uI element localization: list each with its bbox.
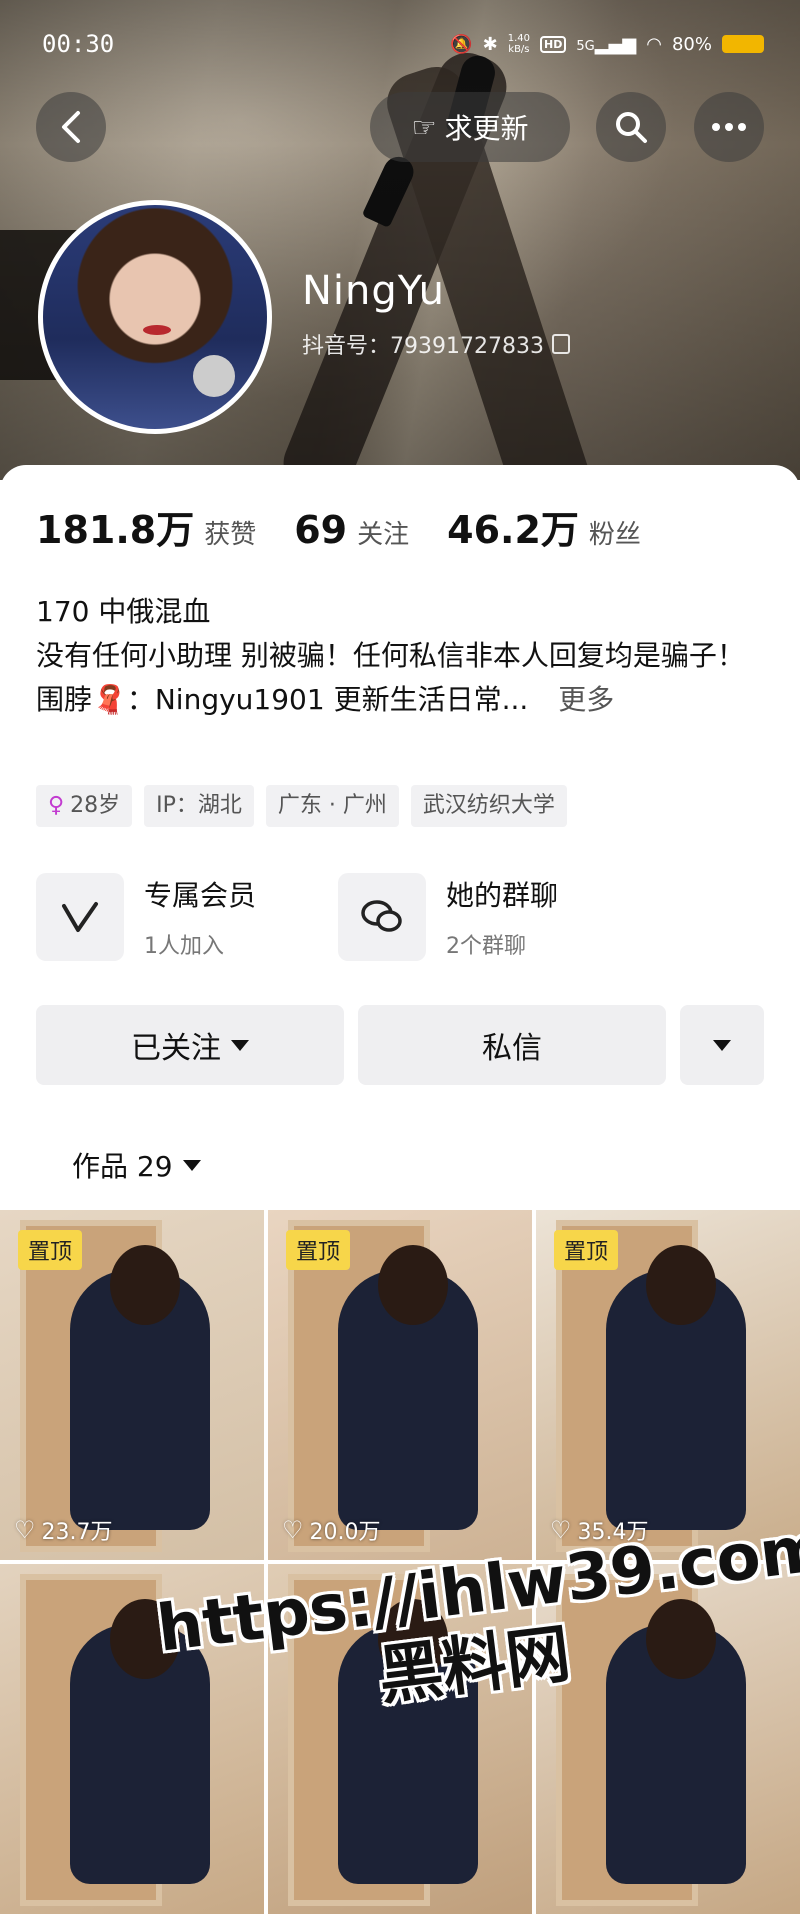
bio-more-link[interactable]: 更多 [558,683,614,716]
mute-icon: 🔕 [450,33,473,55]
battery-icon [722,35,764,53]
caret-down-icon [182,1159,201,1171]
video-thumbnail[interactable]: 置顶 ♡ 20.0万 [268,1210,532,1560]
bio-line: 围脖🧣：Ningyu1901 更新生活日常... 更多 [36,678,766,722]
like-count-value: 20.0万 [309,1520,381,1545]
followers-label: 粉丝 [588,520,641,550]
bio-line-text: 围脖🧣：Ningyu1901 更新生活日常... [36,683,529,716]
douyin-id[interactable]: 抖音号：79391727833 [302,328,570,360]
school-tag[interactable]: 武汉纺织大学 [410,785,567,827]
group-chat-text: 她的群聊 2个群聊 [446,874,558,960]
net-speed-value: 1.40 [507,33,531,44]
pointing-hand-icon: ☞ [411,110,437,144]
pinned-badge: 置顶 [554,1230,619,1270]
signal-icon: 5G▂▄▆ [576,33,637,55]
net-speed-unit: kB/s [508,44,530,55]
wifi-icon: ◠ [646,33,662,55]
location-tag: 广东 · 广州 [265,785,399,827]
works-tab[interactable]: 作品 29 [72,1145,201,1185]
douyin-id-text: 抖音号：79391727833 [302,334,544,359]
member-title: 专属会员 [144,879,257,912]
signal-label: 5G [576,38,595,54]
more-actions-button[interactable] [680,1005,764,1085]
status-icons: 🔕 ✱ 1.40 kB/s HD 5G▂▄▆ ◠ 80% [450,33,764,55]
group-chat-entry[interactable]: 她的群聊 2个群聊 [338,873,558,961]
bio-line: 170 中俄混血 [36,595,211,628]
copy-icon[interactable] [551,334,570,354]
v-logo-glyph [62,902,98,932]
tile-head [110,1245,180,1325]
member-entry[interactable]: 专属会员 1人加入 [36,873,256,961]
bio-line: 没有任何小助理 别被骗！任何私信非本人回复均是骗子！ [36,639,745,672]
back-arrow-icon [62,111,80,143]
hd-icon: HD [540,35,567,53]
female-icon: ♀ [48,793,65,818]
bio: 170 中俄混血 没有任何小助理 别被骗！任何私信非本人回复均是骗子！ 围脖🧣：… [36,590,766,722]
battery-percent: 80% [671,33,712,55]
pinned-badge: 置顶 [18,1230,83,1270]
request-update-button[interactable]: ☞ 求更新 [370,92,570,162]
likes-label: 获赞 [204,520,257,550]
message-button-label: 私信 [482,1031,542,1066]
net-speed: 1.40 kB/s [508,33,530,55]
video-thumbnail[interactable]: 置顶 ♡ 23.7万 [0,1210,264,1560]
avatar-lips [143,325,171,335]
likes-stat[interactable]: 181.8万 获赞 [36,499,256,554]
following-label: 关注 [357,520,410,550]
search-button[interactable] [596,92,666,162]
ip-tag: IP：湖北 [144,785,254,827]
age-tag-text: 28岁 [70,793,121,818]
status-time: 00:30 [42,30,115,58]
like-count: ♡ 23.7万 [14,1514,113,1546]
tile-head [378,1245,448,1325]
followers-count: 46.2万 [447,508,579,552]
pinned-badge: 置顶 [286,1230,351,1270]
following-count: 69 [294,508,348,552]
back-button[interactable] [36,92,106,162]
works-tab-label: 作品 29 [72,1150,173,1183]
stats-row: 181.8万 获赞 69 关注 46.2万 粉丝 [36,499,679,554]
followers-stat[interactable]: 46.2万 粉丝 [447,499,641,554]
heart-icon: ♡ [550,1516,572,1544]
like-count-value: 23.7万 [41,1520,113,1545]
member-subtitle: 1人加入 [144,934,224,959]
v-logo-icon [36,873,124,961]
more-button[interactable] [694,92,764,162]
group-chat-subtitle: 2个群聊 [446,934,526,959]
like-count: ♡ 20.0万 [282,1514,381,1546]
chat-bubbles-glyph [361,900,402,932]
avatar-microphone [193,355,235,397]
profile-name: NingYu [302,268,445,314]
likes-count: 181.8万 [36,508,195,552]
following-button[interactable]: 已关注 [36,1005,344,1085]
tile-head [646,1245,716,1325]
heart-icon: ♡ [282,1516,304,1544]
chat-bubbles-icon [338,873,426,961]
following-button-label: 已关注 [131,1031,221,1066]
request-update-label: 求更新 [444,112,529,145]
bluetooth-icon: ✱ [482,33,498,55]
member-entry-text: 专属会员 1人加入 [144,874,256,960]
caret-down-icon [713,1039,731,1051]
age-tag: ♀ 28岁 [36,785,133,827]
following-stat[interactable]: 69 关注 [294,508,409,552]
avatar[interactable] [38,200,272,434]
video-thumbnail[interactable]: 置顶 ♡ 35.4万 [536,1210,800,1560]
status-bar: 00:30 🔕 ✱ 1.40 kB/s HD 5G▂▄▆ ◠ 80% [42,26,764,62]
group-chat-title: 她的群聊 [446,879,559,912]
more-dots-icon [712,123,746,131]
caret-down-icon [231,1039,249,1051]
message-button[interactable]: 私信 [358,1005,666,1085]
profile-tags: ♀ 28岁 IP：湖北 广东 · 广州 武汉纺织大学 [36,785,567,827]
search-icon [616,112,647,143]
heart-icon: ♡ [14,1516,36,1544]
